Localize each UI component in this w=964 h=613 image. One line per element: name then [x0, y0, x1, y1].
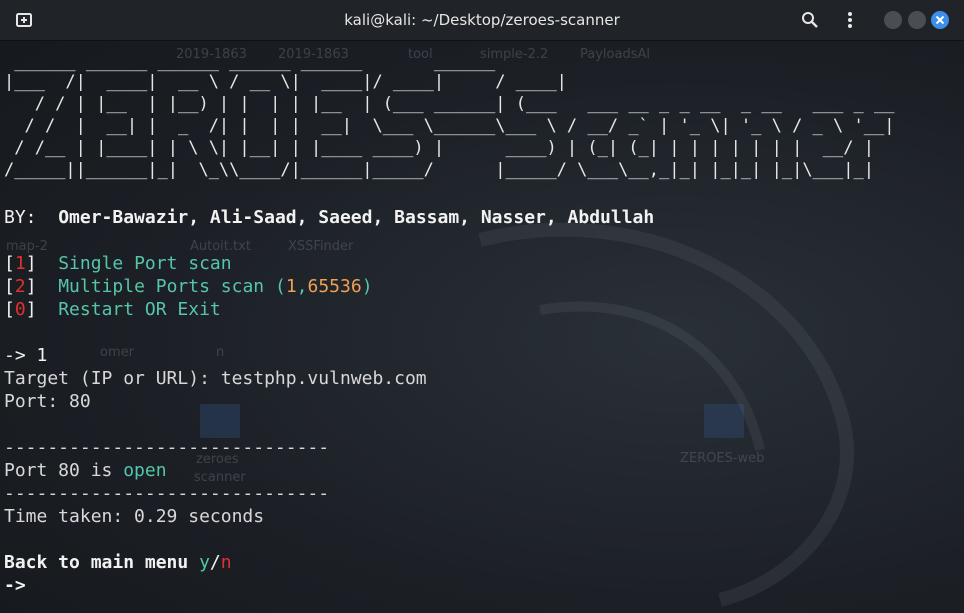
menu-label: Restart OR Exit	[58, 299, 221, 320]
terminal-window: 2019-1863 2019-1863 tool simple-2.2 Payl…	[0, 0, 964, 613]
ascii-banner-line: / / | |__ | |__) | | | | |__ | (___ ____…	[4, 94, 895, 114]
menu-label: Single Port scan	[58, 253, 232, 274]
close-icon	[935, 15, 945, 25]
menu-key: 1	[14, 253, 26, 274]
by-label: BY:	[4, 207, 37, 228]
time-taken-line: Time taken: 0.29 seconds	[4, 506, 265, 527]
prompt-input-line: -> 1	[4, 345, 48, 366]
port-status: open	[123, 460, 167, 481]
menu-kebab-icon[interactable]	[840, 10, 860, 30]
terminal-output[interactable]: ______ ______ ______ ______ ______ _____…	[4, 40, 962, 613]
ascii-banner-line: /_____||______|_| \_\\____/|______|_____…	[4, 160, 874, 180]
separator: ------------------------------	[4, 483, 330, 504]
final-prompt[interactable]: ->	[4, 574, 26, 597]
menu-key: 2	[14, 276, 26, 297]
ascii-banner-line: |___ /| ____| __ \ / __ \| ____|/ ____| …	[4, 72, 567, 92]
ascii-banner-line: / / | __| | _ /| | | | __| \___ \______\…	[4, 116, 895, 136]
back-to-menu-prompt: Back to main menu y/n	[4, 552, 232, 573]
result-line: Port 80 is open	[4, 460, 167, 481]
no-option: n	[220, 552, 232, 573]
close-button[interactable]	[931, 11, 949, 29]
authors-line: BY: Omer-Bawazir, Ali-Saad, Saeed, Bassa…	[4, 206, 654, 229]
minimize-button[interactable]	[884, 11, 902, 29]
menu-label: Multiple Ports scan	[58, 276, 265, 297]
range-end: 65536	[307, 276, 362, 297]
separator: ------------------------------	[4, 437, 330, 458]
maximize-button[interactable]	[908, 11, 926, 29]
authors: Omer-Bawazir, Ali-Saad, Saeed, Bassam, N…	[58, 207, 655, 228]
search-icon[interactable]	[800, 10, 820, 30]
yes-option: y	[199, 552, 210, 573]
range-start: 1	[285, 276, 297, 297]
menu-key: 0	[14, 299, 26, 320]
menu-item-single: [1] Single Port scan	[4, 253, 232, 274]
title-bar: kali@kali: ~/Desktop/zeroes-scanner	[0, 0, 964, 41]
menu-item-multiple: [2] Multiple Ports scan (1,65536)	[4, 276, 373, 297]
menu-item-exit: [0] Restart OR Exit	[4, 299, 221, 320]
target-line: Target (IP or URL): testphp.vulnweb.com	[4, 368, 427, 389]
ascii-banner-line: / /__ | |____| | \ \| |__| | |____ ____)…	[4, 138, 874, 158]
port-line: Port: 80	[4, 391, 91, 412]
